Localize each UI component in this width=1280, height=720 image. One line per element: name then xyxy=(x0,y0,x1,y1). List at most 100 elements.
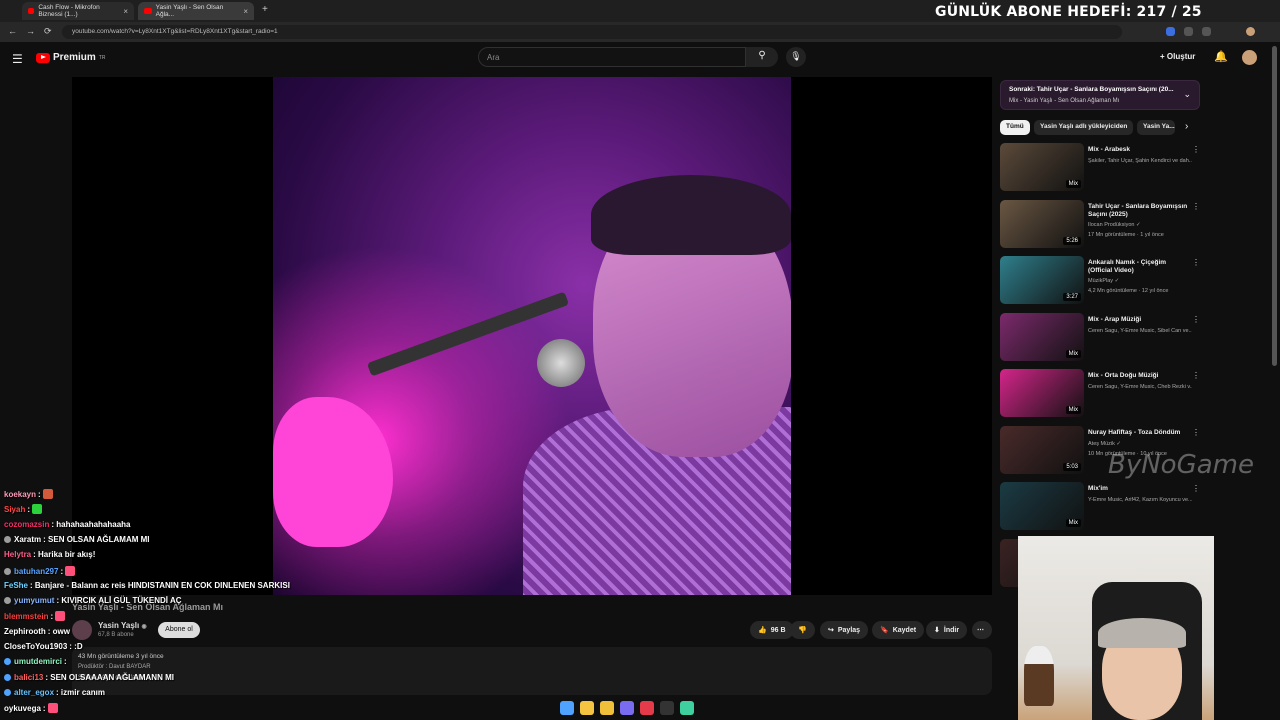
video-thumbnail[interactable]: Mix xyxy=(1000,312,1084,361)
playlist-up-next[interactable]: Sonraki: Tahir Uçar - Sanlara Boyamışsın… xyxy=(1000,80,1200,110)
voice-search-button[interactable]: 🎙 xyxy=(786,47,806,67)
list-item[interactable]: Mix Mix - Arap Müziği Ceren Sagu, Y-Emre M… xyxy=(1000,312,1200,365)
chip-uploader[interactable]: Yasin Yaşlı adlı yükleyiciden xyxy=(1034,120,1134,135)
chip-all[interactable]: Tümü xyxy=(1000,120,1030,135)
share-icon: ↪ xyxy=(828,627,834,634)
chevron-down-icon[interactable]: ⌄ xyxy=(1183,89,1191,100)
logo-text: Premium xyxy=(53,52,96,63)
item-title[interactable]: Ankaralı Namık - Çiçeğim (Official Video… xyxy=(1088,259,1192,276)
chat-username: Xaratm xyxy=(14,534,42,544)
extensions-puzzle-icon[interactable] xyxy=(1202,27,1211,36)
youtube-premium-logo[interactable]: Premium TR xyxy=(36,52,105,63)
chat-username: alter_egox xyxy=(14,687,55,697)
chat-message: oykuvega: xyxy=(4,703,58,714)
reload-icon[interactable]: ⟳ xyxy=(44,26,52,37)
tab-cash-flow[interactable]: Cash Flow - Mikrofon Biznessi (1...) × xyxy=(22,2,134,20)
chat-badge-icon xyxy=(4,535,11,543)
more-options-icon[interactable]: ⋮ xyxy=(1192,484,1200,493)
chat-badge-icon xyxy=(4,567,11,575)
share-button[interactable]: ↪ Paylaş xyxy=(820,621,869,639)
duration-badge: Mix xyxy=(1065,349,1081,358)
duration-badge: Mix xyxy=(1065,406,1081,414)
tab-yasin-yasli[interactable]: Yasin Yaşlı - Sen Olsan Ağla... × xyxy=(138,2,254,20)
item-title[interactable]: Nuray Hafiftaş - Toza Döndüm xyxy=(1088,429,1192,437)
create-button[interactable]: + Oluştur xyxy=(1160,52,1195,61)
url-field[interactable]: youtube.com/watch?v=Ly8Xnt1XTg&list=RDLy… xyxy=(62,25,1122,39)
obs-icon[interactable] xyxy=(660,701,674,715)
item-title[interactable]: Mix - Arap Müziği xyxy=(1088,316,1192,324)
microphone-head xyxy=(537,339,585,387)
like-button[interactable]: 👍 96 B xyxy=(750,621,794,639)
chat-message: blemmstein: xyxy=(4,611,66,622)
chat-text: hahahaahahahaaha xyxy=(56,519,131,529)
close-tab-icon[interactable]: × xyxy=(123,7,128,16)
forward-icon[interactable]: → xyxy=(26,26,35,36)
back-icon[interactable]: ← xyxy=(8,26,17,36)
discord-icon[interactable] xyxy=(620,701,634,715)
x-app-icon[interactable] xyxy=(640,701,654,715)
extension-icon[interactable] xyxy=(1184,27,1193,36)
chat-username: balici13 xyxy=(14,672,44,682)
item-title[interactable]: Mix - Orta Doğu Müziği xyxy=(1088,372,1192,380)
list-item[interactable]: 5:26 Tahir Uçar - Sanlara Boyamışsın Saçı… xyxy=(1000,199,1200,252)
download-button[interactable]: ⬇ İndir xyxy=(926,621,968,639)
profile-avatar-icon[interactable] xyxy=(1246,27,1255,36)
up-next-subtitle: Mix - Yasin Yaşlı - Sen Olsan Ağlaman Mı xyxy=(1009,98,1120,104)
save-button[interactable]: 🔖 Kaydet xyxy=(872,621,925,639)
video-thumbnail[interactable]: Mix xyxy=(1000,369,1084,417)
chat-username: oykuvega xyxy=(4,704,41,714)
more-actions-button[interactable]: ⋯ xyxy=(972,621,992,639)
more-options-icon[interactable]: ⋮ xyxy=(1192,202,1200,211)
more-options-icon[interactable]: ⋮ xyxy=(1192,258,1200,267)
duration-badge: 5:03 xyxy=(1063,462,1081,471)
chat-text: izmir canım xyxy=(60,687,105,697)
download-icon: ⬇ xyxy=(934,627,940,634)
more-options-icon[interactable]: ⋮ xyxy=(1192,315,1200,324)
chip-artist[interactable]: Yasin Ya... xyxy=(1137,120,1175,135)
video-thumbnail[interactable]: 5:03 xyxy=(1000,425,1084,474)
item-title[interactable]: Tahir Uçar - Sanlara Boyamışsın Saçını (… xyxy=(1088,203,1192,220)
chat-username: Helytra xyxy=(4,550,32,560)
video-thumbnail[interactable]: 5:26 xyxy=(1000,199,1084,248)
list-item[interactable]: Mix Mix - Orta Doğu Müziği Ceren Sagu, Y-E… xyxy=(1000,369,1200,421)
notifications-bell-icon[interactable]: 🔔 xyxy=(1214,50,1228,63)
explorer-icon[interactable] xyxy=(600,701,614,715)
list-item[interactable]: Mix Mix'im Y-Emre Music, Arif42, Kazım Koy… xyxy=(1000,482,1200,534)
close-tab-icon[interactable]: × xyxy=(243,7,248,16)
more-options-icon[interactable]: ⋮ xyxy=(1192,145,1200,154)
chevron-right-icon[interactable]: › xyxy=(1185,121,1188,132)
chat-text: oww xyxy=(52,626,71,636)
video-thumbnail[interactable]: Mix xyxy=(1000,143,1084,191)
search-input[interactable]: Ara xyxy=(478,47,746,67)
app-green-icon[interactable] xyxy=(680,701,694,715)
menu-icon[interactable]: ☰ xyxy=(12,52,23,66)
video-thumbnail[interactable]: Mix xyxy=(1000,482,1084,530)
dislike-icon: 👎 xyxy=(798,627,807,634)
dislike-button[interactable]: 👎 xyxy=(790,621,815,639)
more-options-icon[interactable]: ⋮ xyxy=(1192,428,1200,437)
item-title[interactable]: Mix - Arabesk xyxy=(1088,146,1192,154)
page-scrollbar[interactable] xyxy=(1272,46,1277,366)
item-channel: Ceren Sagu, Y-Emre Music, Sibel Can ve..… xyxy=(1088,327,1192,334)
windows-icon[interactable] xyxy=(560,701,574,715)
chat-username: umutdemirci xyxy=(14,657,63,667)
list-item[interactable]: 3:27 Ankaralı Namık - Çiçeğim (Official V… xyxy=(1000,256,1200,308)
item-channel: Şakiler, Tahir Uçar, Şahin Kendirci ve d… xyxy=(1088,158,1192,164)
chrome-icon[interactable] xyxy=(580,701,594,715)
item-meta: 17 Mn görüntüleme · 1 yıl önce xyxy=(1088,231,1164,238)
chat-username: blemmstein xyxy=(4,612,49,622)
chat-message: CloseToYou1903: :D xyxy=(4,642,83,651)
video-thumbnail[interactable]: 3:27 xyxy=(1000,256,1084,304)
chat-username: Zephirooth xyxy=(4,626,46,636)
list-item[interactable]: Mix Mix - Arabesk Şakiler, Tahir Uçar, Şah… xyxy=(1000,143,1200,195)
streamer-cap xyxy=(1098,618,1186,648)
search-button[interactable]: ⚲ xyxy=(746,47,778,67)
new-tab-button[interactable]: + xyxy=(262,4,268,15)
avatar[interactable] xyxy=(1242,50,1257,65)
item-title[interactable]: Mix'im xyxy=(1088,485,1192,493)
country-code: TR xyxy=(98,54,106,61)
extension-icon[interactable] xyxy=(1166,27,1175,36)
more-options-icon[interactable]: ⋮ xyxy=(1192,371,1200,380)
duration-badge: 3:27 xyxy=(1063,293,1081,301)
chat-text: KIVIRCIK ALİ GÜL TÜKENDİ AÇ xyxy=(61,596,182,606)
